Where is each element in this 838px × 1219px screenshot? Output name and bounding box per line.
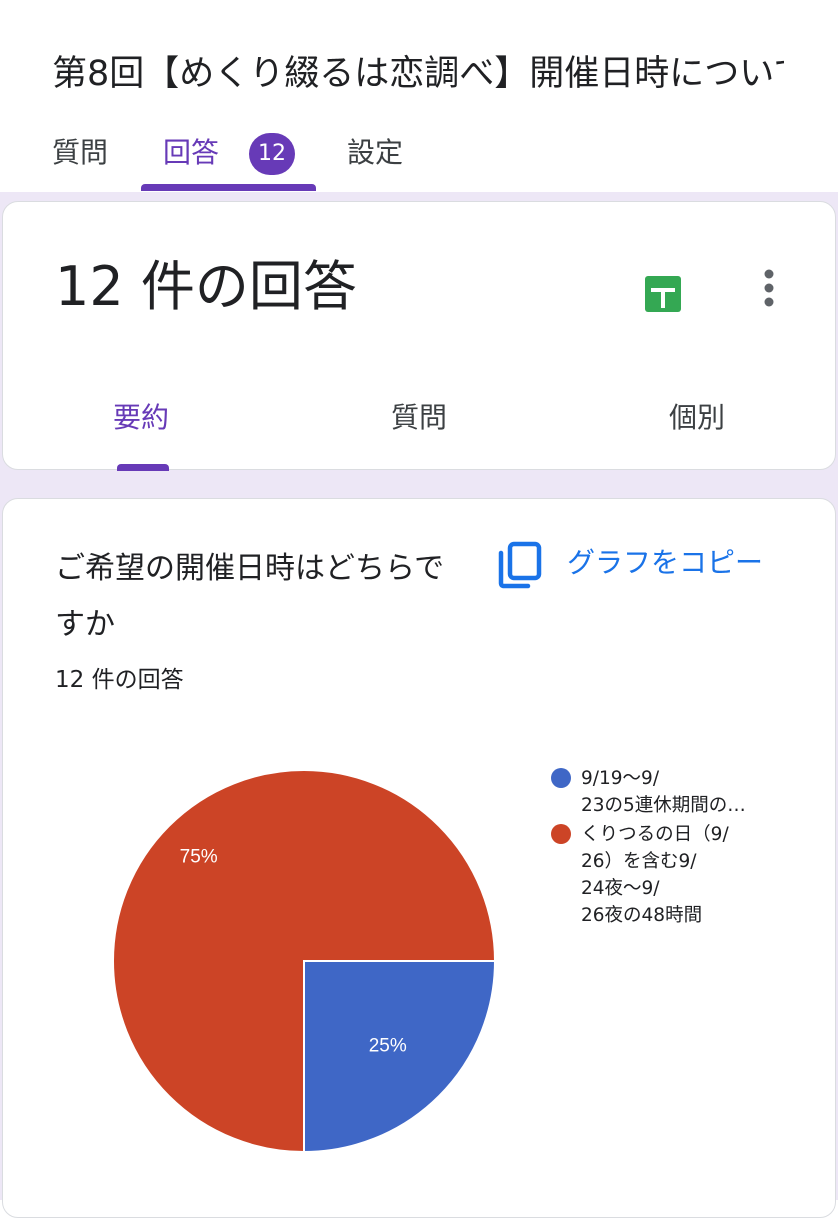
subtab-question[interactable]: 質問 — [391, 396, 447, 440]
tab-questions[interactable]: 質問 — [52, 130, 108, 176]
more-vert-icon[interactable] — [755, 264, 785, 312]
pie-value-label-0: 25% — [369, 1036, 407, 1057]
responses-summary-card: 12 件の回答 要約 質問 個別 — [2, 201, 836, 471]
subtab-individual[interactable]: 個別 — [669, 396, 725, 440]
app-header: 第8回【めくり綴るは恋調べ】開催日時について 質問 回答 12 設定 — [0, 0, 838, 192]
tab-settings[interactable]: 設定 — [347, 130, 403, 176]
active-tab-indicator — [141, 184, 316, 191]
subtab-summary[interactable]: 要約 — [113, 396, 169, 440]
tab-responses[interactable]: 回答 — [163, 130, 219, 176]
pie-value-label-1: 75% — [180, 847, 218, 868]
google-sheets-icon[interactable] — [643, 274, 683, 314]
legend-label-0: 9/19〜9/ 23の5連休期間の… — [581, 768, 746, 816]
response-count-badge: 12 — [249, 133, 295, 175]
legend-label-1: くりつるの日（9/ 26）を含む9/ 24夜〜9/ 26夜の48時間 — [581, 824, 729, 926]
legend-item-1: くりつるの日（9/ 26）を含む9/ 24夜〜9/ 26夜の48時間 — [549, 821, 799, 929]
form-title: 第8回【めくり綴るは恋調べ】開催日時について — [52, 54, 784, 94]
legend-swatch-1 — [551, 824, 571, 844]
legend-item-0: 9/19〜9/ 23の5連休期間の… — [549, 765, 799, 819]
responses-title: 12 件の回答 — [55, 255, 357, 318]
active-subtab-indicator — [117, 464, 169, 471]
question-summary-card: ご希望の開催日時はどちらですか グラフをコピー 12 件の回答 25% 75% 9… — [2, 498, 836, 1218]
legend-swatch-0 — [551, 768, 571, 788]
chart-legend: 9/19〜9/ 23の5連休期間の… くりつるの日（9/ 26）を含む9/ 24夜… — [549, 765, 799, 931]
